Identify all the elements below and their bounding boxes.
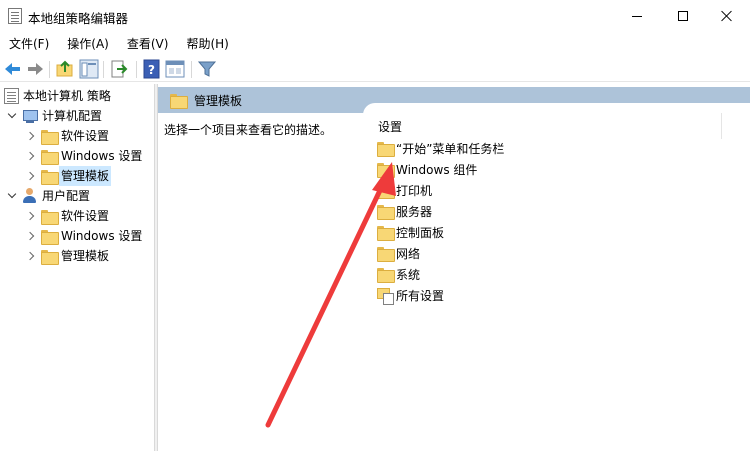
- show-hide-tree-icon[interactable]: [79, 59, 99, 79]
- computer-icon: [22, 109, 38, 124]
- list-item-printers[interactable]: 打印机: [377, 180, 432, 201]
- list-item-label: 网络: [396, 247, 421, 261]
- list-item-label: 所有设置: [396, 289, 445, 303]
- tree-item-software-settings[interactable]: 软件设置: [24, 126, 109, 146]
- maximize-button[interactable]: [660, 0, 706, 32]
- list-item-label: “开始”菜单和任务栏: [396, 142, 505, 156]
- up-folder-icon[interactable]: [55, 59, 75, 79]
- toolbar-separator: [49, 61, 50, 78]
- list-item-all-settings[interactable]: 所有设置: [377, 285, 444, 306]
- menu-file[interactable]: 文件(F): [0, 33, 49, 55]
- chevron-right-icon[interactable]: [24, 170, 36, 182]
- tree-item-admin-templates[interactable]: 管理模板: [24, 166, 112, 186]
- tree-item-label: 计算机配置: [42, 109, 103, 123]
- folder-icon: [377, 268, 395, 283]
- tree-item-computer-config[interactable]: 计算机配置: [6, 106, 102, 126]
- folder-icon: [41, 209, 59, 225]
- column-divider[interactable]: [721, 113, 722, 139]
- all-settings-icon: [377, 288, 394, 305]
- column-header-setting[interactable]: 设置: [378, 118, 402, 135]
- menu-action[interactable]: 操作(A): [58, 33, 109, 55]
- folder-icon: [377, 142, 395, 157]
- policy-editor-icon: [8, 8, 22, 24]
- back-arrow-icon[interactable]: [3, 59, 23, 79]
- list-item-label: Windows 组件: [396, 163, 478, 177]
- chevron-right-icon[interactable]: [24, 210, 36, 222]
- details-pane: 管理模板 选择一个项目来查看它的描述。 设置 “开始”菜单和任务栏 Window…: [158, 84, 750, 451]
- list-item-server[interactable]: 服务器: [377, 201, 432, 222]
- close-button[interactable]: [704, 0, 750, 32]
- list-item-label: 打印机: [396, 184, 433, 198]
- tree-item-label: 管理模板: [61, 249, 110, 263]
- menu-help[interactable]: 帮助(H): [177, 33, 228, 55]
- tree-item-label: 本地计算机 策略: [23, 89, 111, 103]
- tree-item-user-config[interactable]: 用户配置: [6, 186, 90, 206]
- tree-item-label: Windows 设置: [61, 149, 143, 163]
- export-list-icon[interactable]: [109, 59, 129, 79]
- details-title: 管理模板: [194, 94, 243, 108]
- folder-icon: [41, 169, 59, 185]
- description-text: 选择一个项目来查看它的描述。: [164, 123, 333, 137]
- tree-item-admin-templates[interactable]: 管理模板: [24, 246, 109, 266]
- chevron-right-icon[interactable]: [24, 150, 36, 162]
- chevron-right-icon[interactable]: [24, 130, 36, 142]
- list-item-windows-components[interactable]: Windows 组件: [377, 159, 477, 180]
- list-item-label: 服务器: [396, 205, 433, 219]
- menu-view[interactable]: 查看(V): [118, 33, 169, 55]
- minimize-icon: [632, 15, 642, 17]
- tree-item-label: 软件设置: [61, 209, 110, 223]
- chevron-right-icon[interactable]: [24, 250, 36, 262]
- list-item-system[interactable]: 系统: [377, 264, 420, 285]
- menu-bar: 文件(F) 操作(A) 查看(V) 帮助(H): [0, 33, 750, 55]
- toolbar-separator: [191, 61, 192, 78]
- list-item-network[interactable]: 网络: [377, 243, 420, 264]
- chevron-right-icon[interactable]: [24, 230, 36, 242]
- window: 本地组策略编辑器 文件(F) 操作(A) 查看(V) 帮助(H) ? 本地计算机…: [0, 0, 750, 451]
- tree-item-label: Windows 设置: [61, 229, 143, 243]
- close-icon: [721, 10, 733, 22]
- policy-document-icon: [4, 88, 19, 104]
- folder-icon: [41, 229, 59, 245]
- forward-arrow-icon[interactable]: [25, 59, 45, 79]
- minimize-button[interactable]: [614, 0, 660, 32]
- user-icon: [22, 188, 38, 204]
- toolbar: ?: [0, 56, 750, 82]
- folder-icon: [377, 226, 395, 241]
- folder-icon: [41, 149, 59, 165]
- settings-list: 设置 “开始”菜单和任务栏 Windows 组件 打印机 服务器 控制面板 网络…: [363, 103, 750, 451]
- tree-item-label: 用户配置: [42, 189, 91, 203]
- tree-item-root[interactable]: 本地计算机 策略: [4, 86, 111, 106]
- folder-icon: [170, 94, 188, 109]
- window-title: 本地组策略编辑器: [28, 11, 129, 26]
- folder-icon: [377, 184, 395, 199]
- chevron-down-icon[interactable]: [6, 190, 18, 202]
- help-icon[interactable]: ?: [142, 59, 162, 79]
- tree-item-label: 管理模板: [59, 166, 112, 186]
- title-bar: 本地组策略编辑器: [0, 0, 750, 32]
- list-item-label: 系统: [396, 268, 421, 282]
- properties-icon[interactable]: [165, 59, 185, 79]
- tree-item-software-settings[interactable]: 软件设置: [24, 206, 109, 226]
- folder-icon: [377, 205, 395, 220]
- list-item-start-menu[interactable]: “开始”菜单和任务栏: [377, 138, 504, 159]
- tree-item-windows-settings[interactable]: Windows 设置: [24, 226, 142, 246]
- list-item-label: 控制面板: [396, 226, 445, 240]
- folder-icon: [41, 249, 59, 265]
- maximize-icon: [678, 11, 688, 21]
- toolbar-separator: [103, 61, 104, 78]
- chevron-down-icon[interactable]: [6, 110, 18, 122]
- tree-item-windows-settings[interactable]: Windows 设置: [24, 146, 142, 166]
- folder-icon: [41, 129, 59, 145]
- toolbar-separator: [136, 61, 137, 78]
- tree-pane: 本地计算机 策略 计算机配置 软件设置 Windows 设置 管理模板 用户配置: [0, 84, 154, 451]
- list-item-control-panel[interactable]: 控制面板: [377, 222, 444, 243]
- tree-item-label: 软件设置: [61, 129, 110, 143]
- folder-icon: [377, 163, 395, 178]
- folder-icon: [377, 247, 395, 262]
- filter-icon[interactable]: [197, 59, 217, 79]
- svg-text:?: ?: [148, 63, 155, 77]
